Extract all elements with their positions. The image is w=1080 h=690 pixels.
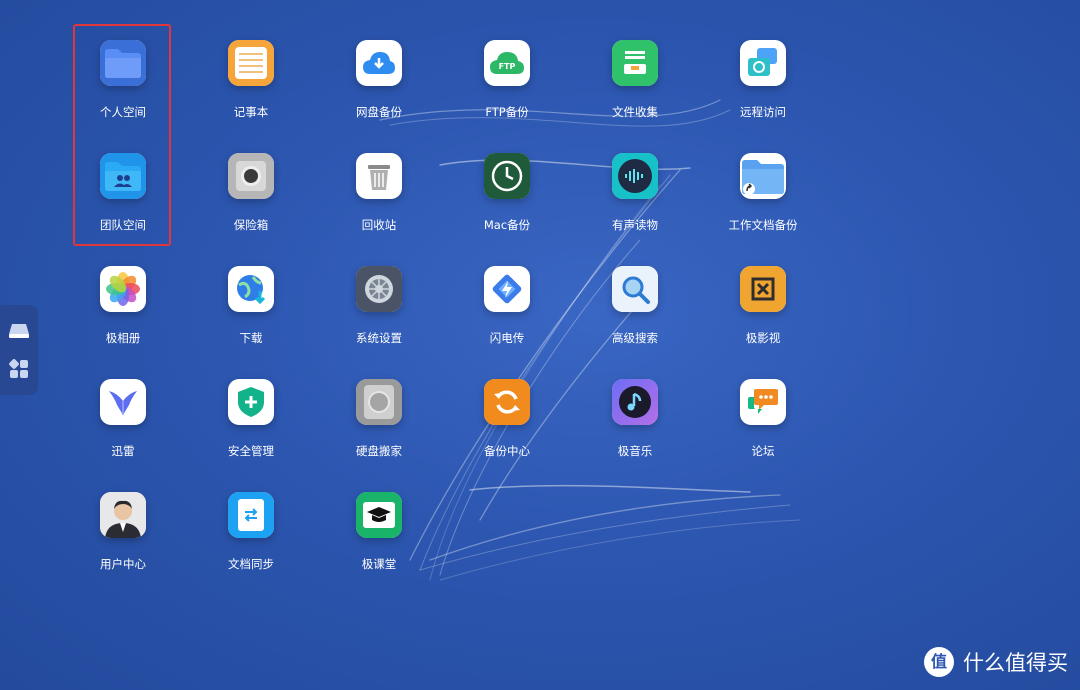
app-label: 远程访问 xyxy=(740,105,786,119)
magnifier-icon xyxy=(612,266,658,312)
side-dock xyxy=(0,305,38,395)
app-label: 极影视 xyxy=(745,331,781,345)
app-label: 极相册 xyxy=(105,331,141,345)
music-note-icon xyxy=(612,379,658,425)
app-tile[interactable]: 保险箱 xyxy=(191,137,311,237)
remote-access-icon xyxy=(740,40,786,86)
app-tile[interactable]: Mac备份 xyxy=(447,137,567,237)
app-tile[interactable]: 用户中心 xyxy=(63,476,183,576)
app-label: 文件收集 xyxy=(612,105,658,119)
folder-shortcut-icon xyxy=(740,153,786,199)
app-tile[interactable]: 工作文档备份 xyxy=(703,137,823,237)
graduation-cap-icon xyxy=(356,492,402,538)
app-tile[interactable]: 文件收集 xyxy=(575,24,695,124)
time-machine-icon xyxy=(484,153,530,199)
app-tile[interactable]: 系统设置 xyxy=(319,250,439,350)
app-tile[interactable]: 回收站 xyxy=(319,137,439,237)
app-label: 系统设置 xyxy=(356,331,402,345)
doc-sync-icon xyxy=(228,492,274,538)
app-label: 文档同步 xyxy=(228,557,274,571)
safe-icon xyxy=(228,153,274,199)
cloud-download-icon xyxy=(356,40,402,86)
settings-gear-icon xyxy=(356,266,402,312)
app-tile[interactable]: 有声读物 xyxy=(575,137,695,237)
app-label: 团队空间 xyxy=(100,218,146,232)
app-label: 保险箱 xyxy=(233,218,269,232)
drive-icon[interactable] xyxy=(7,319,31,343)
trash-icon xyxy=(356,153,402,199)
app-label: 下载 xyxy=(239,331,263,345)
lightning-transfer-icon xyxy=(484,266,530,312)
shield-plus-icon xyxy=(228,379,274,425)
user-avatar-icon xyxy=(100,492,146,538)
app-label: 安全管理 xyxy=(228,444,274,458)
watermark: 值 什么值得买 xyxy=(923,646,1068,678)
inbox-tray-icon xyxy=(612,40,658,86)
ftp-cloud-icon: FTP xyxy=(484,40,530,86)
app-label: 网盘备份 xyxy=(356,105,402,119)
app-tile[interactable]: 记事本 xyxy=(191,24,311,124)
app-tile[interactable]: 安全管理 xyxy=(191,363,311,463)
app-tile[interactable]: 高级搜索 xyxy=(575,250,695,350)
app-label: 记事本 xyxy=(233,105,269,119)
app-tile[interactable]: 下载 xyxy=(191,250,311,350)
app-label: 极音乐 xyxy=(617,444,653,458)
app-label: 高级搜索 xyxy=(612,331,658,345)
app-label: 工作文档备份 xyxy=(728,218,798,232)
app-label: Mac备份 xyxy=(483,218,531,232)
notepad-icon xyxy=(228,40,274,86)
hard-disk-icon xyxy=(356,379,402,425)
app-label: 个人空间 xyxy=(100,105,146,119)
app-tile[interactable]: 极课堂 xyxy=(319,476,439,576)
audio-wave-icon xyxy=(612,153,658,199)
watermark-badge: 值 xyxy=(930,652,947,671)
app-tile[interactable]: 极相册 xyxy=(63,250,183,350)
folder-icon xyxy=(100,40,146,86)
app-tile[interactable]: 闪电传 xyxy=(447,250,567,350)
sync-arrows-icon xyxy=(484,379,530,425)
app-tile[interactable]: 文档同步 xyxy=(191,476,311,576)
app-label: FTP备份 xyxy=(485,105,529,119)
app-label: 备份中心 xyxy=(484,444,530,458)
chat-bubble-icon xyxy=(740,379,786,425)
app-tile[interactable]: 网盘备份 xyxy=(319,24,439,124)
globe-download-icon xyxy=(228,266,274,312)
watermark-text: 什么值得买 xyxy=(963,651,1068,675)
svg-text:FTP: FTP xyxy=(499,62,516,71)
app-tile[interactable]: 团队空间 xyxy=(63,137,183,237)
app-tile[interactable]: 极音乐 xyxy=(575,363,695,463)
app-tile[interactable]: 论坛 xyxy=(703,363,823,463)
app-label: 有声读物 xyxy=(612,218,658,232)
app-label: 极课堂 xyxy=(361,557,397,571)
app-label: 闪电传 xyxy=(489,331,525,345)
thunder-bird-icon xyxy=(100,379,146,425)
app-tile[interactable]: 极影视 xyxy=(703,250,823,350)
app-label: 迅雷 xyxy=(111,444,135,458)
app-tile[interactable]: 硬盘搬家 xyxy=(319,363,439,463)
team-folder-icon xyxy=(100,153,146,199)
app-tile[interactable]: 迅雷 xyxy=(63,363,183,463)
app-tile[interactable]: 备份中心 xyxy=(447,363,567,463)
app-label: 回收站 xyxy=(361,218,397,232)
app-label: 论坛 xyxy=(751,444,775,458)
apps-grid-icon[interactable] xyxy=(7,357,31,381)
app-label: 硬盘搬家 xyxy=(356,444,402,458)
photos-flower-icon xyxy=(100,266,146,312)
app-label: 用户中心 xyxy=(100,557,146,571)
app-tile[interactable]: FTP FTP备份 xyxy=(447,24,567,124)
app-tile[interactable]: 个人空间 xyxy=(63,24,183,124)
video-logo-icon xyxy=(740,266,786,312)
app-tile[interactable]: 远程访问 xyxy=(703,24,823,124)
